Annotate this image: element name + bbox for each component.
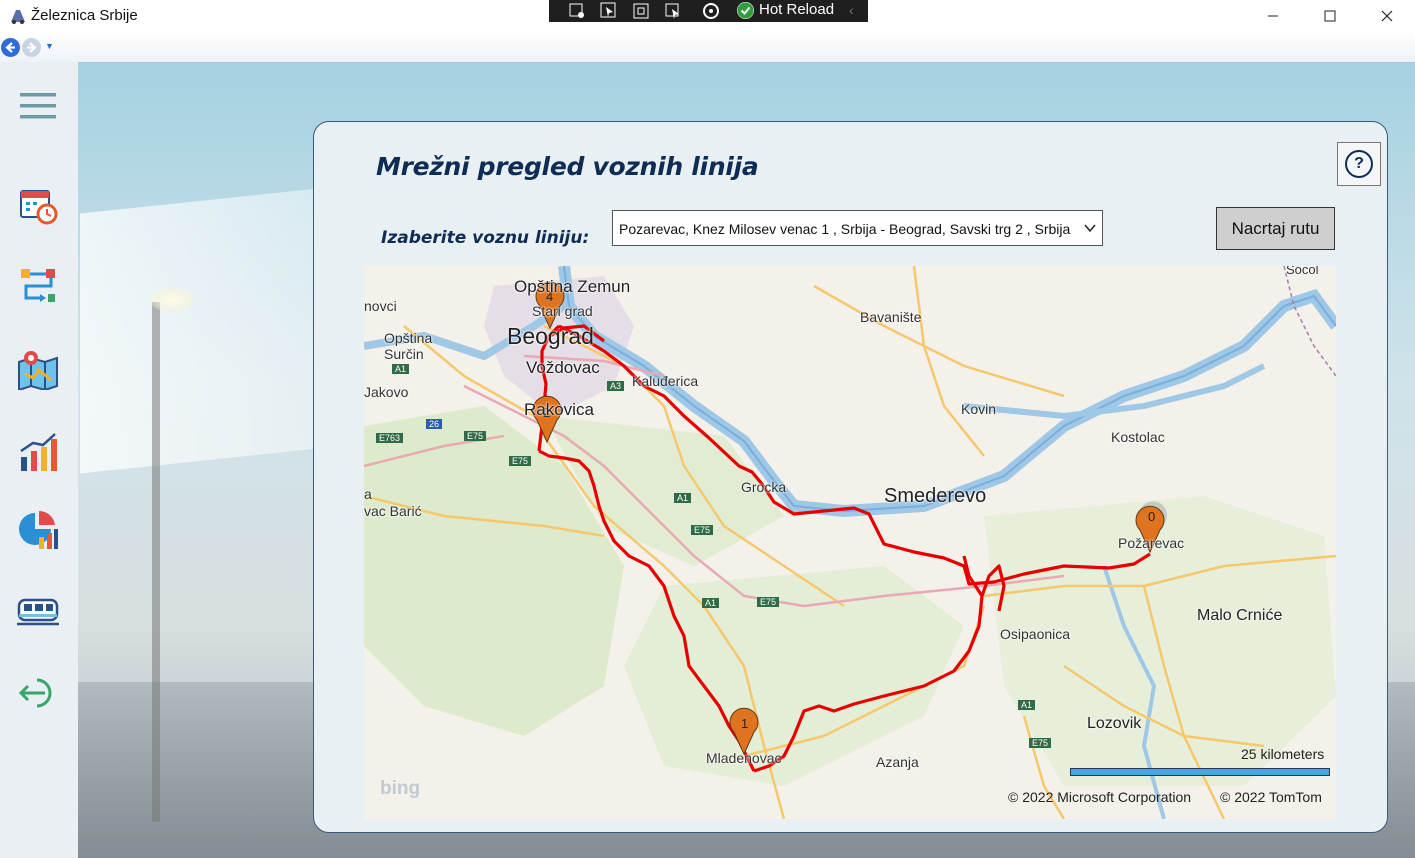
sidebar-item-statistics[interactable] xyxy=(14,428,62,476)
map-label-beograd: Beograd xyxy=(507,323,594,349)
road-shield: A3 xyxy=(607,381,625,391)
road-shield: E75 xyxy=(509,456,532,466)
back-arrow-icon[interactable] xyxy=(1,38,20,57)
map-label-jakovo: Jakovo xyxy=(364,384,409,400)
hot-reload-label[interactable]: Hot Reload xyxy=(759,1,834,18)
map-label-a: a xyxy=(364,486,372,502)
help-button[interactable]: ? xyxy=(1337,142,1381,186)
road-shield: A1 xyxy=(1018,700,1036,710)
road-shield: E75 xyxy=(464,431,487,441)
forward-arrow-icon[interactable] xyxy=(22,38,41,57)
xaml-debug-toolbar: Hot Reload ‹ xyxy=(549,0,868,22)
map-label-surcin: Opština Surčin xyxy=(384,330,433,362)
pointer-icon[interactable] xyxy=(600,2,618,20)
map-label-vac-baric: vac Barić xyxy=(364,503,422,519)
pie-chart-icon xyxy=(19,510,58,549)
train-app-icon xyxy=(11,10,25,24)
map-label-socol: Socol xyxy=(1286,266,1319,277)
bing-logo: bing xyxy=(380,778,421,799)
map-label-smederevo: Smederevo xyxy=(884,485,987,507)
pin-0-label: 0 xyxy=(1148,509,1156,524)
close-icon[interactable] xyxy=(1359,0,1415,32)
sidebar-item-routes[interactable] xyxy=(14,262,62,310)
route-map[interactable]: 0 1 2 4 Opština Zemun Stari grad Beograd… xyxy=(364,266,1336,819)
lamp-pole xyxy=(152,302,160,822)
window-title: Železnica Srbije xyxy=(31,7,138,24)
train-icon xyxy=(17,598,59,626)
bar-chart-icon xyxy=(20,433,57,471)
navigation-bar: ▼ xyxy=(0,32,1415,63)
map-label-stari-grad: Stari grad xyxy=(532,303,593,319)
logout-icon xyxy=(18,678,52,708)
road-shield: A1 xyxy=(392,364,410,374)
line-select-label: Izaberite voznu liniju: xyxy=(381,228,590,248)
road-shield: E75 xyxy=(1029,738,1052,748)
sidebar-item-map[interactable] xyxy=(14,345,62,393)
map-label-azanja: Azanja xyxy=(876,754,919,770)
scale-bar xyxy=(1070,768,1330,776)
road-shield: A1 xyxy=(674,493,692,503)
map-label-kostolac: Kostolac xyxy=(1111,429,1165,445)
route-path-icon xyxy=(21,269,55,302)
calendar-clock-icon xyxy=(20,190,58,225)
map-label-rakovica: Rakovica xyxy=(524,400,594,419)
binding-failures-icon[interactable] xyxy=(702,2,720,20)
sidebar-item-logout[interactable] xyxy=(14,669,62,717)
track-focus-icon[interactable] xyxy=(664,2,682,20)
map-label-zemun: Opština Zemun xyxy=(514,277,631,296)
map-label-vozdovac: Voždovac xyxy=(526,358,600,377)
sidebar-item-menu[interactable] xyxy=(14,82,62,130)
sidebar xyxy=(0,62,78,858)
minimize-icon[interactable] xyxy=(1245,0,1301,32)
map-label-malo-crnice: Malo Crniće xyxy=(1197,607,1283,624)
draw-route-button[interactable]: Nacrtaj rutu xyxy=(1216,207,1335,250)
hot-reload-check-icon xyxy=(737,2,754,19)
help-icon: ? xyxy=(1345,150,1373,178)
sidebar-item-schedule[interactable] xyxy=(14,181,62,229)
map-label-kaludjerica: Kaluđerica xyxy=(632,373,699,389)
collapse-toolbar-icon[interactable]: ‹ xyxy=(849,2,854,18)
road-shield: E75 xyxy=(757,597,780,607)
chevron-down-icon xyxy=(1084,224,1096,233)
map-label-osipaonica: Osipaonica xyxy=(1000,626,1071,642)
maximize-icon[interactable] xyxy=(1302,0,1358,32)
history-dropdown-icon[interactable]: ▼ xyxy=(45,41,54,51)
map-label-pozarevac: Požarevac xyxy=(1118,535,1185,551)
sidebar-item-trains[interactable] xyxy=(14,588,62,636)
map-label-novci: novci xyxy=(364,298,397,314)
map-pin-icon xyxy=(18,351,58,390)
sidebar-item-reports[interactable] xyxy=(14,506,62,554)
pin-1-label: 1 xyxy=(741,716,749,731)
road-shield: E75 xyxy=(691,525,714,535)
road-shield: 26 xyxy=(426,419,443,429)
map-label-bavaniste: Bavanište xyxy=(860,309,922,325)
road-shield: A1 xyxy=(702,598,720,608)
route-overview-panel: Mrežni pregled voznih linija ? Izaberite… xyxy=(313,121,1388,833)
copyright-microsoft: © 2022 Microsoft Corporation xyxy=(1008,789,1192,805)
page-title: Mrežni pregled voznih linija xyxy=(376,152,759,181)
hamburger-menu-icon xyxy=(20,93,56,119)
lamp-light xyxy=(150,288,194,312)
map-label-lozovik: Lozovik xyxy=(1087,715,1142,732)
road-shield: E763 xyxy=(376,433,404,443)
select-element-icon[interactable] xyxy=(568,2,586,20)
copyright-tomtom: © 2022 TomTom xyxy=(1220,789,1322,805)
map-label-mladenovac: Mladenovac xyxy=(706,750,782,766)
line-select-value: Pozarevac, Knez Milosev venac 1 , Srbija… xyxy=(619,221,1071,237)
map-label-grocka: Grocka xyxy=(741,479,787,495)
display-layout-icon[interactable] xyxy=(632,2,650,20)
map-label-kovin: Kovin xyxy=(961,401,997,417)
scale-label: 25 kilometers xyxy=(1241,746,1325,762)
line-select-dropdown[interactable]: Pozarevac, Knez Milosev venac 1 , Srbija… xyxy=(612,210,1103,246)
